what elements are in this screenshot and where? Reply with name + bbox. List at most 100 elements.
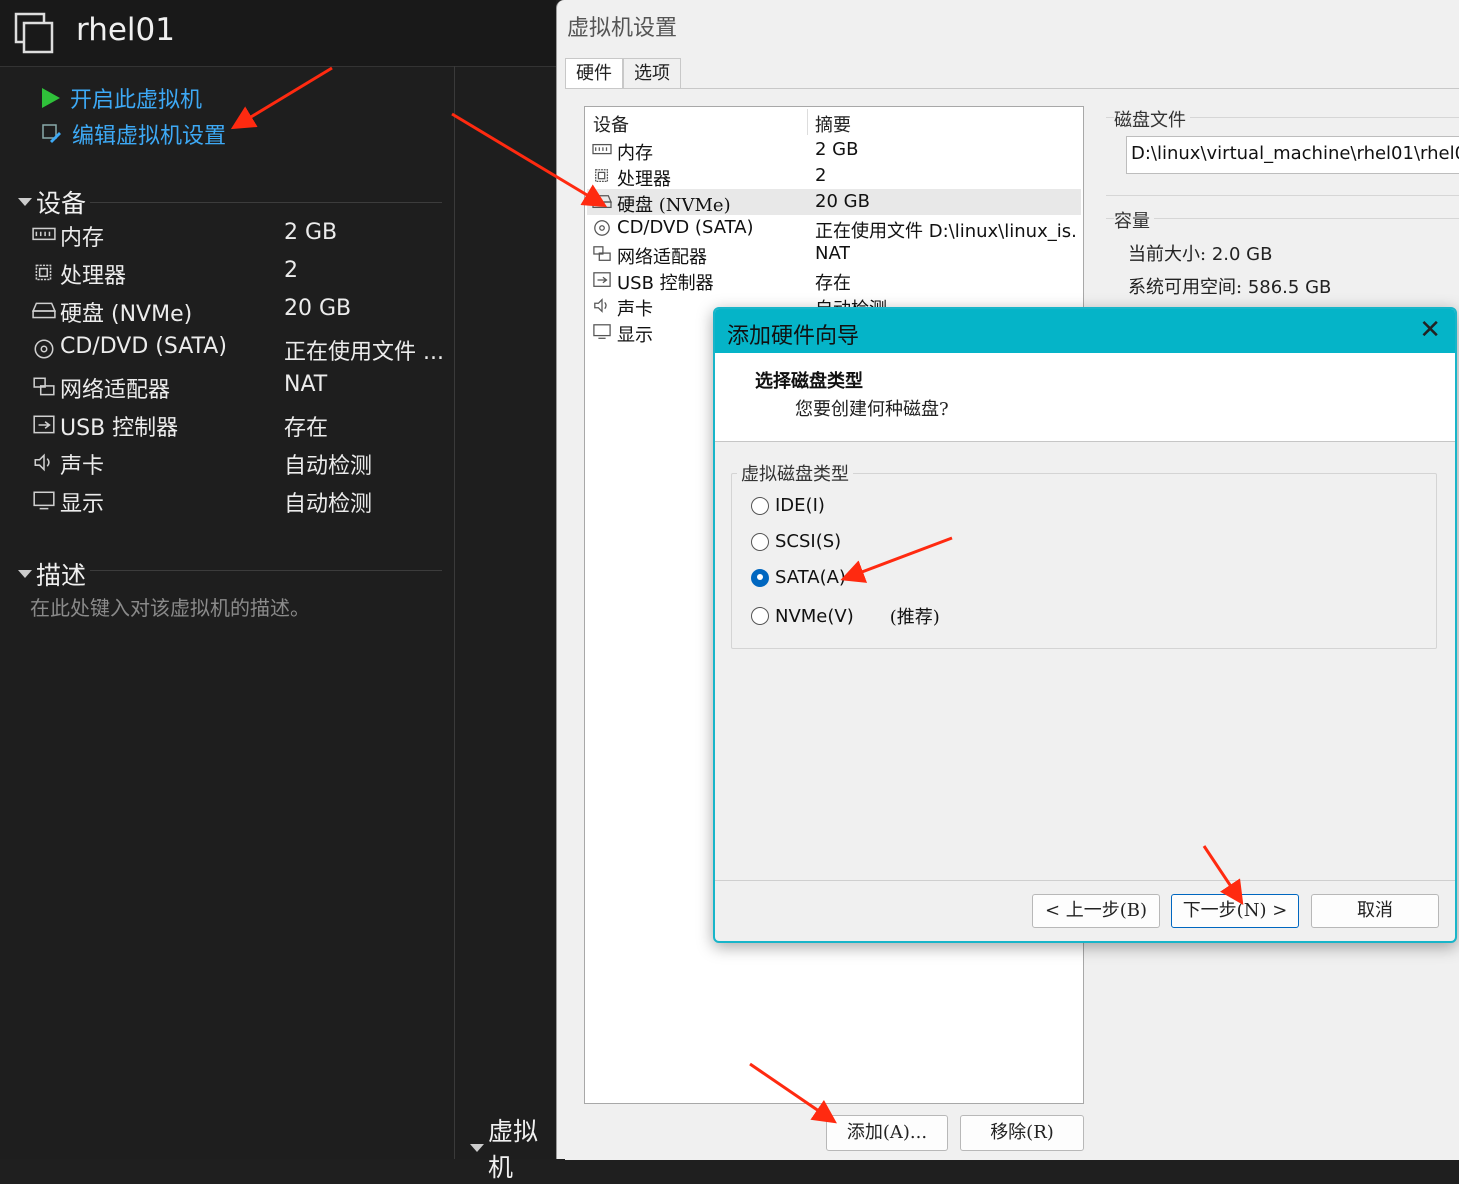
cd-dvd-icon <box>34 339 54 359</box>
radio-note: (推荐) <box>889 607 940 628</box>
hardware-row-memory[interactable]: 内存 2 GB <box>587 137 1081 164</box>
sound-icon <box>34 453 50 472</box>
radio-label: SATA(A) <box>775 567 846 588</box>
cancel-button[interactable]: 取消 <box>1311 894 1439 928</box>
network-adapter-icon <box>593 246 611 261</box>
radio-scsi-s[interactable]: SCSI(S) <box>751 531 877 552</box>
radio-button-icon[interactable] <box>751 532 769 551</box>
hardware-row-processor[interactable]: 处理器 2 <box>587 163 1081 190</box>
device-row-cd-dvd[interactable]: CD/DVD (SATA) 正在使用文件 ... <box>32 332 452 368</box>
add-hardware-wizard: 添加硬件向导 ✕ 选择磁盘类型 您要创建何种磁盘? 虚拟磁盘类型 IDE(I) … <box>713 307 1457 943</box>
device-value: 正在使用文件 ... <box>284 340 444 365</box>
vm-summary-panel: rhel01 开启此虚拟机 编辑虚拟机设置 设备 内存 2 GB 处理器 2 硬… <box>0 0 556 1182</box>
vm-details-section-header[interactable]: 虚拟机 <box>470 1112 556 1184</box>
disk-type-group-label: 虚拟磁盘类型 <box>737 460 853 486</box>
hardware-row-cd-dvd[interactable]: CD/DVD (SATA) 正在使用文件 D:\linux\linux_is..… <box>587 215 1081 242</box>
free-space-label: 系统可用空间: <box>1128 277 1243 298</box>
close-icon[interactable]: ✕ <box>1419 316 1441 344</box>
device-value: 自动检测 <box>284 454 373 479</box>
edit-settings-icon <box>42 124 61 143</box>
device-row-display[interactable]: 显示 自动检测 <box>32 484 452 520</box>
radio-ide-i[interactable]: IDE(I) <box>751 495 861 516</box>
hardware-row-hard-disk[interactable]: 硬盘 (NVMe) 20 GB <box>587 189 1081 216</box>
disk-file-group-label: 磁盘文件 <box>1114 106 1190 132</box>
device-name: CD/DVD (SATA) <box>60 334 227 359</box>
next-button[interactable]: 下一步(N) > <box>1171 894 1299 928</box>
radio-label: SCSI(S) <box>775 531 842 552</box>
edit-settings-label: 编辑虚拟机设置 <box>72 124 227 149</box>
radio-button-icon[interactable] <box>751 568 769 587</box>
radio-label: NVMe(V) <box>775 605 854 627</box>
hardware-summary: 2 GB <box>815 139 859 160</box>
free-space-row: 系统可用空间: 586.5 GB <box>1128 273 1331 299</box>
radio-label: IDE(I) <box>775 495 825 516</box>
disk-file-field[interactable]: D:\linux\virtual_machine\rhel01\rhel01-0… <box>1126 136 1459 174</box>
usb-icon <box>593 272 611 287</box>
add-hardware-button[interactable]: 添加(A)... <box>826 1115 948 1151</box>
collapse-triangle-icon <box>18 198 32 206</box>
current-size-row: 当前大小: 2.0 GB <box>1128 240 1272 266</box>
divider <box>715 880 1455 881</box>
device-row-network-adapter[interactable]: 网络适配器 NAT <box>32 370 452 406</box>
capacity-group-label: 容量 <box>1114 207 1154 233</box>
hardware-summary: 20 GB <box>815 191 870 212</box>
hardware-name: 网络适配器 <box>617 247 707 268</box>
tab-options[interactable]: 选项 <box>623 58 681 89</box>
group-border <box>1106 218 1459 219</box>
memory-icon <box>32 227 56 241</box>
display-icon <box>33 491 55 510</box>
device-name: USB 控制器 <box>60 416 179 441</box>
back-button[interactable]: < 上一步(B) <box>1032 894 1160 928</box>
settings-tabs: 硬件 选项 <box>565 58 681 89</box>
radio-sata-a[interactable]: SATA(A) <box>751 567 882 588</box>
hardware-row-network-adapter[interactable]: 网络适配器 NAT <box>587 241 1081 268</box>
device-row-usb[interactable]: USB 控制器 存在 <box>32 408 452 444</box>
column-header-summary[interactable]: 摘要 <box>815 111 851 137</box>
settings-title: 虚拟机设置 <box>567 16 678 41</box>
device-row-hard-disk[interactable]: 硬盘 (NVMe) 20 GB <box>32 294 452 330</box>
device-value: 存在 <box>284 416 329 441</box>
usb-icon <box>33 415 55 434</box>
wizard-heading: 选择磁盘类型 <box>755 371 863 392</box>
display-icon <box>593 324 611 339</box>
remove-hardware-button[interactable]: 移除(R) <box>960 1115 1084 1151</box>
column-header-device[interactable]: 设备 <box>593 111 629 137</box>
devices-section-title: 设备 <box>36 189 87 218</box>
device-value: 2 GB <box>284 220 338 245</box>
device-name: 内存 <box>60 226 105 251</box>
group-border <box>1106 195 1459 196</box>
device-name: 网络适配器 <box>60 378 171 403</box>
device-row-memory[interactable]: 内存 2 GB <box>32 218 452 254</box>
hardware-name: 硬盘 (NVMe) <box>617 195 731 216</box>
hardware-name: 处理器 <box>617 169 671 190</box>
column-separator[interactable] <box>807 109 808 135</box>
hardware-summary: 2 <box>815 165 827 186</box>
hardware-row-usb[interactable]: USB 控制器 存在 <box>587 267 1081 294</box>
device-value: 2 <box>284 258 298 283</box>
hardware-name: 内存 <box>617 143 653 164</box>
hardware-name: 显示 <box>617 325 653 346</box>
memory-icon <box>592 143 612 155</box>
divider <box>90 570 442 571</box>
power-on-link[interactable]: 开启此虚拟机 <box>42 82 202 114</box>
device-name: 声卡 <box>60 454 105 479</box>
edit-settings-link[interactable]: 编辑虚拟机设置 <box>42 118 226 150</box>
device-value: NAT <box>284 372 328 397</box>
hardware-summary: 存在 <box>815 273 851 294</box>
description-input[interactable]: 在此处键入对该虚拟机的描述。 <box>30 592 310 621</box>
device-row-processor[interactable]: 处理器 2 <box>32 256 452 292</box>
current-size-label: 当前大小: <box>1128 244 1207 265</box>
device-row-sound[interactable]: 声卡 自动检测 <box>32 446 452 482</box>
tab-hardware[interactable]: 硬件 <box>565 58 623 89</box>
description-section-title: 描述 <box>36 561 87 590</box>
device-name: 处理器 <box>60 264 127 289</box>
hardware-name: CD/DVD (SATA) <box>617 217 754 238</box>
vm-details-section-title: 虚拟机 <box>488 1117 539 1182</box>
description-section-header[interactable]: 描述 <box>18 556 86 592</box>
device-value: 自动检测 <box>284 492 373 517</box>
radio-button-icon[interactable] <box>751 607 769 625</box>
radio-nvme-v[interactable]: NVMe(V) (推荐) <box>751 603 940 629</box>
radio-button-icon[interactable] <box>751 496 769 515</box>
hardware-name: 声卡 <box>617 299 653 320</box>
devices-section-header[interactable]: 设备 <box>18 184 86 220</box>
